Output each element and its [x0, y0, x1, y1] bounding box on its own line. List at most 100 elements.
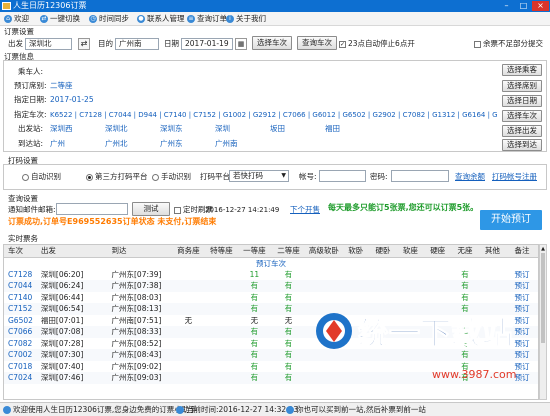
column-header[interactable]: 软座	[397, 245, 424, 257]
column-header[interactable]: 其他	[479, 245, 506, 257]
scroll-thumb[interactable]	[541, 253, 545, 343]
table-cell[interactable]: C7002	[4, 349, 37, 361]
next-sale-link[interactable]: 下个开售	[290, 205, 320, 215]
opt-auto[interactable]: 自动识别	[22, 172, 61, 182]
table-header: 车次 出发 到达 商务座 特等座 一等座 二等座 高级软卧 软卧 硬卧 软座 硬座 无座 其他 备注	[4, 245, 538, 257]
table-cell: 有	[284, 373, 293, 383]
column-header[interactable]: 软卧	[342, 245, 369, 257]
table-row[interactable]: C7044 深圳[06:24] 广州东[07:38] 有 有 有 预订	[4, 280, 538, 292]
to-station-label: 到达站:	[18, 139, 44, 148]
table-cell[interactable]: 预订	[506, 269, 538, 281]
column-header[interactable]: 硬卧	[369, 245, 396, 257]
table-cell: 深圳[07:46]	[40, 373, 84, 383]
from-input[interactable]: 深圳北	[25, 38, 72, 50]
close-button[interactable]: ×	[532, 1, 549, 11]
select-train-spec-button[interactable]: 选择车次	[502, 110, 542, 122]
password-input[interactable]	[391, 170, 449, 182]
opt-manual[interactable]: 手动识别	[152, 172, 191, 182]
radio-auto[interactable]	[22, 173, 29, 181]
table-cell	[171, 269, 205, 281]
table-cell[interactable]: C7024	[4, 372, 37, 384]
column-header[interactable]: 备注	[506, 245, 538, 257]
status-time: 当前时间:2016-12-27 14:32:13	[176, 403, 298, 416]
info-icon: i	[226, 15, 234, 23]
select-to-button[interactable]: 选择到达	[502, 139, 542, 151]
radio-manual[interactable]	[152, 173, 159, 181]
table-cell	[397, 269, 424, 281]
query-train-button[interactable]: 查询车次	[297, 36, 337, 50]
select-train-button[interactable]: 选择车次	[252, 36, 292, 50]
calendar-icon[interactable]: ▦	[235, 38, 247, 50]
register-link[interactable]: 打码帐号注册	[492, 172, 537, 182]
column-header[interactable]: 特等座	[205, 245, 237, 257]
watermark-url: www.3987.com	[432, 368, 516, 381]
email-input[interactable]	[56, 203, 128, 215]
select-seat-button[interactable]: 选择席别	[502, 80, 542, 92]
table-cell: 深圳[07:30]	[40, 350, 84, 360]
opt-third[interactable]: 第三方打码平台	[86, 172, 148, 182]
column-header[interactable]: 出发	[37, 245, 108, 257]
column-header[interactable]: 无座	[451, 245, 478, 257]
table-cell: 深圳[06:24]	[40, 281, 84, 291]
table-row[interactable]: C7128 深圳[06:20] 广州东[07:39] 11 有 有 预订	[4, 269, 538, 281]
table-cell[interactable]: C7066	[4, 326, 37, 338]
table-cell	[306, 269, 342, 281]
test-email-button[interactable]: 测试	[132, 202, 170, 216]
table-cell[interactable]: C7128	[4, 269, 37, 281]
table-cell	[171, 326, 205, 338]
timer-checkbox[interactable]	[174, 206, 181, 214]
radio-third[interactable]	[86, 173, 93, 181]
from-station: 深圳	[215, 124, 230, 133]
table-cell	[205, 326, 237, 338]
remain-checkbox[interactable]	[474, 40, 481, 48]
table-cell: 深圳[06:44]	[40, 292, 84, 302]
balance-link[interactable]: 查询余额	[455, 172, 485, 182]
column-header[interactable]: 商务座	[171, 245, 205, 257]
column-header[interactable]: 一等座	[237, 245, 271, 257]
column-header[interactable]: 硬座	[424, 245, 451, 257]
column-header[interactable]: 二等座	[271, 245, 305, 257]
maximize-button[interactable]: □	[515, 1, 532, 11]
tip-icon	[286, 405, 294, 414]
table-cell[interactable]: C7140	[4, 292, 37, 304]
column-header[interactable]: 高级软卧	[306, 245, 342, 257]
menu-welcome[interactable]: ⌂ 欢迎	[4, 13, 29, 25]
swap-button[interactable]: ⇄	[78, 38, 90, 50]
menu-about[interactable]: i 关于我们	[226, 13, 266, 25]
account-input[interactable]	[319, 170, 366, 182]
column-header[interactable]: 车次	[4, 245, 37, 257]
timer-value[interactable]: 2016-12-27 14:21:49	[205, 205, 279, 215]
table-cell: 有	[284, 269, 293, 279]
date-input[interactable]: 2017-01-19	[181, 38, 233, 50]
select-date-button[interactable]: 选择日期	[502, 95, 542, 107]
menu-switch[interactable]: ⇄ 一键切换	[40, 13, 80, 25]
menu-orders[interactable]: ≡ 查询订单	[187, 13, 227, 25]
select-from-button[interactable]: 选择出发	[502, 125, 542, 137]
table-cell	[424, 269, 451, 281]
menu-time-sync[interactable]: ◷ 时间同步	[89, 13, 129, 25]
from-station: 坂田	[270, 124, 285, 133]
table-cell[interactable]: G6502	[4, 315, 37, 327]
vertical-scrollbar[interactable]: ▲	[539, 244, 547, 400]
select-passenger-button[interactable]: 选择乘客	[502, 64, 542, 76]
table-cell[interactable]: 预订	[506, 280, 538, 292]
table-cell	[171, 361, 205, 373]
table-cell[interactable]: C7018	[4, 361, 37, 373]
remain-option[interactable]: 余票不足部分提交	[474, 39, 543, 49]
window-title: 人生日历12306订票	[13, 1, 87, 10]
auto-stop-option[interactable]: ✓ 23点自动停止6点开	[339, 39, 415, 49]
table-cell: 有	[461, 281, 469, 291]
auto-stop-checkbox[interactable]: ✓	[339, 40, 346, 48]
to-input[interactable]: 广州南	[115, 38, 159, 50]
menu-contacts[interactable]: ● 联系人管理	[137, 13, 185, 25]
table-cell[interactable]: C7152	[4, 303, 37, 315]
table-cell	[205, 372, 237, 384]
table-cell[interactable]: C7044	[4, 280, 37, 292]
minimize-button[interactable]: –	[498, 1, 515, 11]
column-header[interactable]: 到达	[108, 245, 172, 257]
table-cell[interactable]: C7082	[4, 338, 37, 350]
table-cell	[205, 303, 237, 315]
start-booking-button[interactable]: 开始预订	[480, 210, 542, 230]
platform-select[interactable]: 若快打码 ▼	[229, 170, 289, 182]
scroll-up-icon[interactable]: ▲	[541, 246, 545, 252]
